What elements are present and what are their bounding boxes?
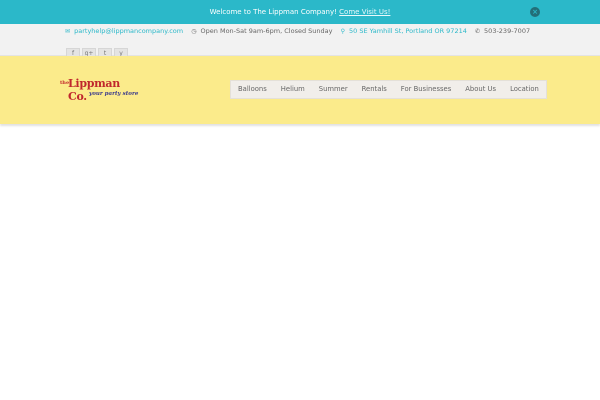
clock-icon: ◷ xyxy=(191,27,197,35)
phone-item: ✆ 503-239-7007 xyxy=(475,27,530,35)
announcement-text: Welcome to The Lippman Company! Come Vis… xyxy=(0,0,600,24)
email-link[interactable]: partyhelp@lippmancompany.com xyxy=(74,27,183,35)
envelope-icon: ✉ xyxy=(65,27,71,35)
hours-text: Open Mon-Sat 9am-6pm, Closed Sunday xyxy=(200,27,333,35)
logo-tagline: your party store xyxy=(89,91,139,97)
address-item[interactable]: ⚲ 50 SE Yamhill St, Portland OR 97214 xyxy=(341,27,467,35)
map-pin-icon: ⚲ xyxy=(340,27,345,35)
visit-us-link[interactable]: Come Visit Us! xyxy=(339,8,390,16)
phone-text: 503-239-7007 xyxy=(484,27,531,35)
announcement-bar: Welcome to The Lippman Company! Come Vis… xyxy=(0,0,600,24)
hours-item: ◷ Open Mon-Sat 9am-6pm, Closed Sunday xyxy=(191,27,332,35)
announcement-message: Welcome to The Lippman Company! xyxy=(209,8,337,16)
social-links: f g+ t y xyxy=(66,40,130,60)
phone-icon: ✆ xyxy=(474,27,480,35)
nav-item-balloons[interactable]: Balloons xyxy=(231,81,274,98)
logo-name: Lippman Co. xyxy=(68,77,120,103)
address-link[interactable]: 50 SE Yamhill St, Portland OR 97214 xyxy=(349,27,467,35)
nav-item-summer[interactable]: Summer xyxy=(312,81,355,98)
site-logo[interactable]: the Lippman Co. your party store xyxy=(60,77,140,103)
main-nav: Balloons Helium Summer Rentals For Busin… xyxy=(230,80,547,99)
contact-info-row: ✉ partyhelp@lippmancompany.com ◷ Open Mo… xyxy=(65,27,536,37)
close-icon[interactable]: × xyxy=(530,7,540,17)
email-item[interactable]: ✉ partyhelp@lippmancompany.com xyxy=(65,27,183,35)
contact-info-bar: ✉ partyhelp@lippmancompany.com ◷ Open Mo… xyxy=(0,24,600,60)
nav-item-location[interactable]: Location xyxy=(503,81,546,98)
nav-item-rentals[interactable]: Rentals xyxy=(355,81,394,98)
nav-item-for-businesses[interactable]: For Businesses xyxy=(394,81,458,98)
nav-item-about-us[interactable]: About Us xyxy=(458,81,503,98)
nav-item-helium[interactable]: Helium xyxy=(274,81,312,98)
